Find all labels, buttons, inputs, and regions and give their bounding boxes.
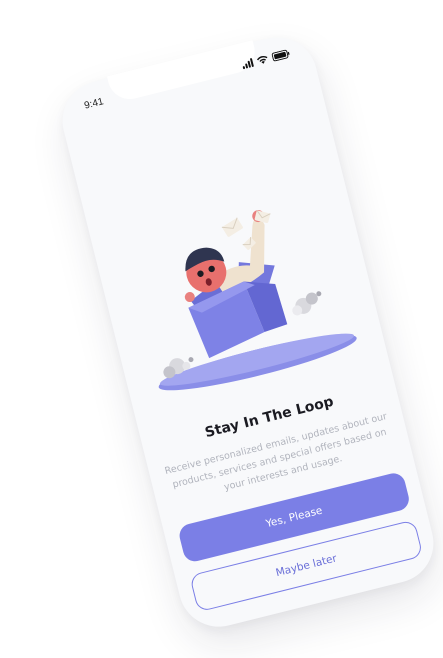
stage: 9:41 Stay In The Loop Receive personaliz… bbox=[0, 0, 443, 658]
notch bbox=[107, 40, 260, 104]
boy-in-box-illustration bbox=[110, 179, 369, 417]
status-time: 9:41 bbox=[83, 96, 105, 112]
battery-icon bbox=[271, 49, 291, 62]
phone-screen: 9:41 Stay In The Loop Receive personaliz… bbox=[54, 28, 442, 636]
cellular-signal-icon bbox=[241, 57, 254, 70]
wifi-icon bbox=[256, 54, 270, 66]
